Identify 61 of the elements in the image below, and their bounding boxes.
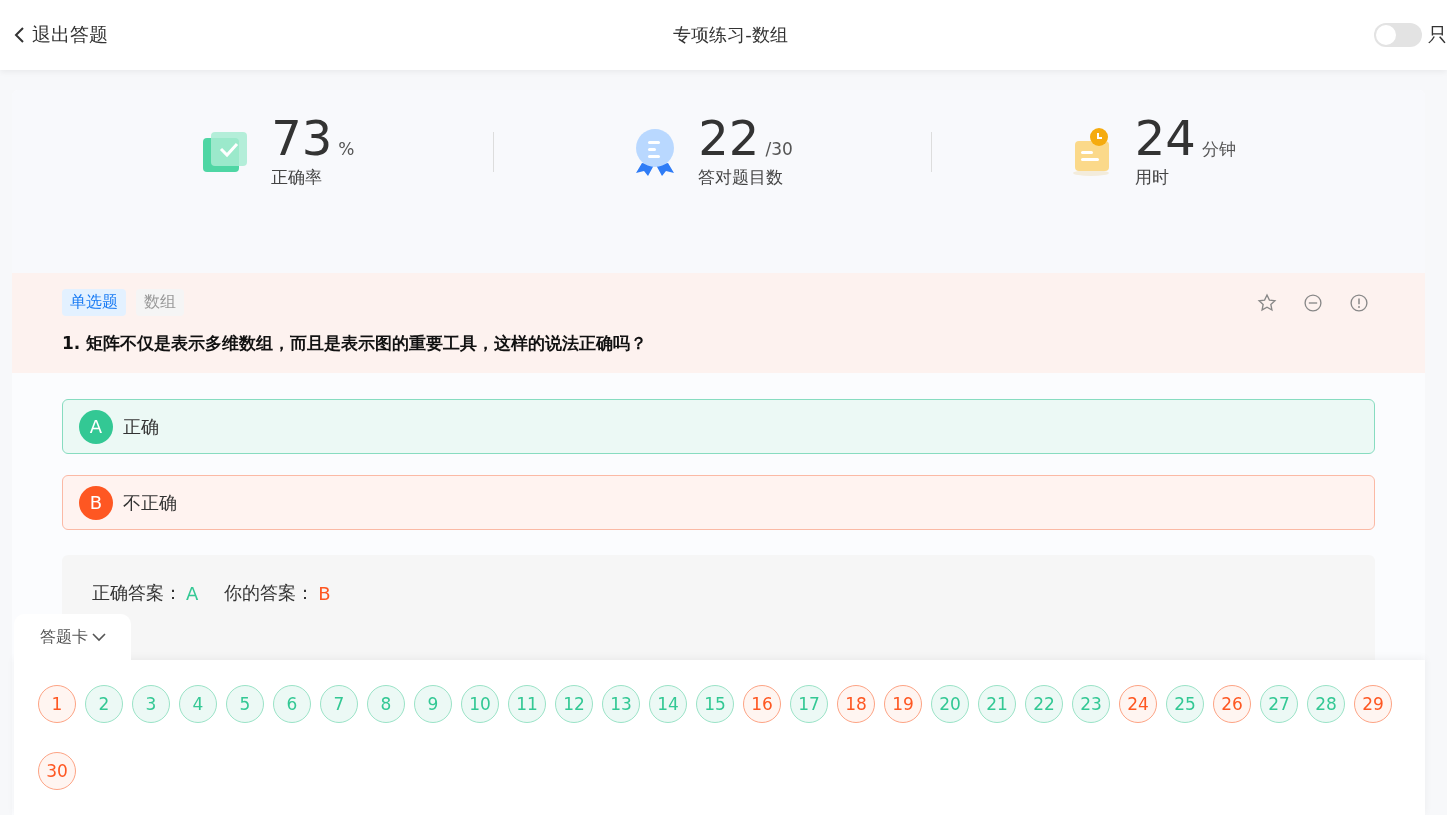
- minus-circle-icon[interactable]: [1303, 292, 1323, 313]
- question-number[interactable]: 22: [1025, 685, 1063, 723]
- question-number[interactable]: 9: [414, 685, 452, 723]
- page-title: 专项练习-数组: [673, 23, 788, 47]
- toggle-switch[interactable]: [1374, 23, 1422, 47]
- question-number[interactable]: 17: [790, 685, 828, 723]
- option-letter: B: [79, 485, 113, 520]
- question-text: 1. 矩阵不仅是表示多维数组，而且是表示图的重要工具，这样的说法正确吗？: [62, 332, 649, 355]
- back-icon: [14, 26, 26, 44]
- question-number[interactable]: 2: [85, 685, 123, 723]
- question-number[interactable]: 7: [320, 685, 358, 723]
- question-number[interactable]: 1: [38, 685, 76, 723]
- question-number[interactable]: 20: [931, 685, 969, 723]
- question-number[interactable]: 13: [602, 685, 640, 723]
- back-link[interactable]: 退出答题: [14, 22, 108, 48]
- option-text: 正确: [123, 414, 159, 439]
- question-number[interactable]: 4: [179, 685, 217, 723]
- question-number[interactable]: 27: [1260, 685, 1298, 723]
- question-number[interactable]: 14: [649, 685, 687, 723]
- stat-value: 24: [1134, 110, 1196, 166]
- question-number[interactable]: 5: [226, 685, 264, 723]
- question-number[interactable]: 16: [743, 685, 781, 723]
- stat-unit: %: [338, 139, 355, 159]
- your-answer: B: [318, 582, 331, 604]
- report-icon[interactable]: [1349, 292, 1369, 313]
- toggle-label: 只: [1428, 22, 1447, 47]
- stat-label: 用时: [1134, 166, 1170, 189]
- question-number[interactable]: 21: [978, 685, 1016, 723]
- question-number[interactable]: 18: [837, 685, 875, 723]
- answer-card-tab[interactable]: 答题卡: [14, 614, 131, 660]
- answer-option[interactable]: A 正确: [62, 399, 1375, 454]
- question-number[interactable]: 6: [273, 685, 311, 723]
- question-number[interactable]: 11: [508, 685, 546, 723]
- question-number[interactable]: 19: [884, 685, 922, 723]
- question-number[interactable]: 24: [1119, 685, 1157, 723]
- stat-label: 答对题目数: [698, 166, 785, 189]
- stat-value: 73: [271, 110, 333, 166]
- correct-answer: A: [186, 582, 199, 604]
- question-number[interactable]: 8: [367, 685, 405, 723]
- option-text: 不正确: [123, 490, 177, 515]
- question-number[interactable]: 12: [555, 685, 593, 723]
- question-number[interactable]: 30: [38, 752, 76, 790]
- option-letter: A: [79, 409, 113, 444]
- question-number[interactable]: 3: [132, 685, 170, 723]
- star-icon[interactable]: [1257, 292, 1277, 313]
- topic-tag: 数组: [136, 289, 184, 316]
- question-number[interactable]: 29: [1354, 685, 1392, 723]
- stat-unit: 分钟: [1201, 139, 1236, 159]
- correct-answer-label: 正确答案：: [92, 581, 182, 605]
- question-type-tag: 单选题: [62, 289, 126, 316]
- question-number[interactable]: 10: [461, 685, 499, 723]
- question-number[interactable]: 26: [1213, 685, 1251, 723]
- question-number[interactable]: 25: [1166, 685, 1204, 723]
- stat-unit: /30: [765, 139, 793, 159]
- your-answer-label: 你的答案：: [224, 581, 315, 605]
- question-number[interactable]: 28: [1307, 685, 1345, 723]
- stat-value: 22: [698, 110, 760, 166]
- answer-option[interactable]: B 不正确: [62, 475, 1375, 530]
- stat-label: 正确率: [271, 166, 324, 189]
- question-number[interactable]: 23: [1072, 685, 1110, 723]
- question-number[interactable]: 15: [696, 685, 734, 723]
